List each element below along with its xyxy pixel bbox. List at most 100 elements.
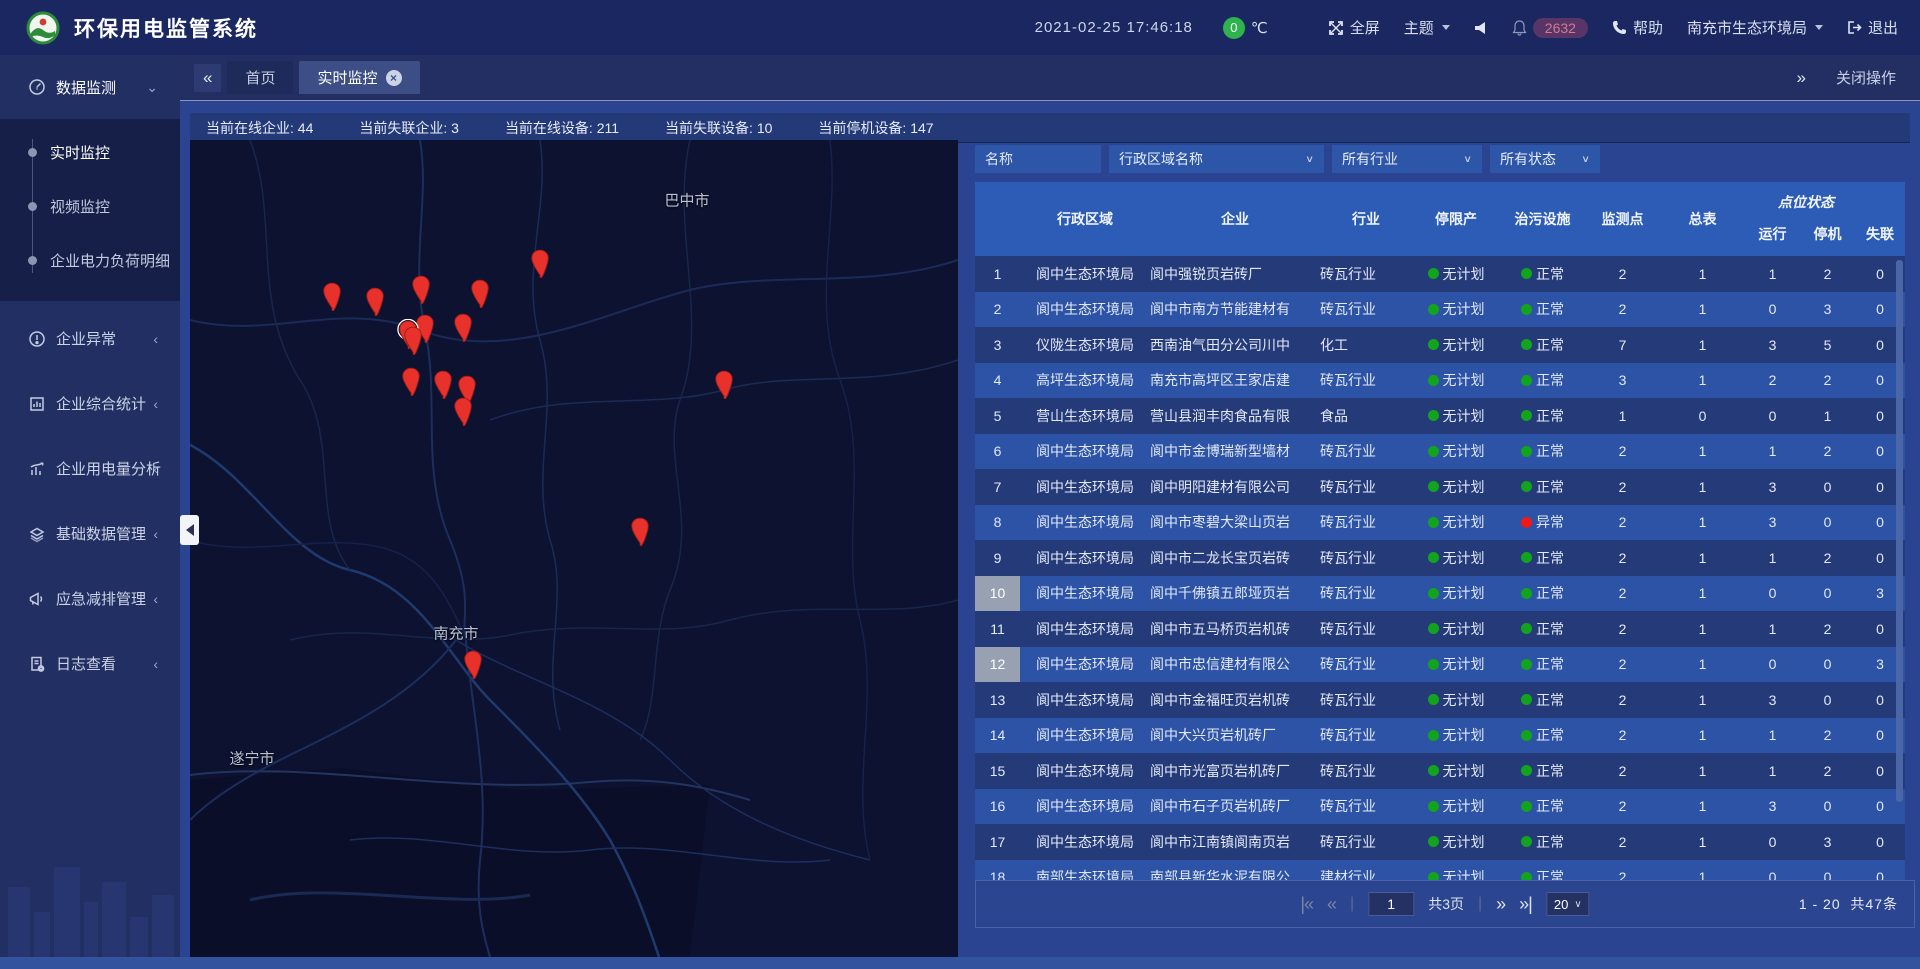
industry-filter-select[interactable]: 所有行业 ∨ <box>1332 145 1482 173</box>
map-pin-icon[interactable] <box>321 281 343 311</box>
table-row[interactable]: 16阆中生态环境局阆中市石子页岩机砖厂砖瓦行业无计划正常21300 <box>975 789 1905 825</box>
sidebar-item-3[interactable]: 企业用电量分析‹ <box>0 441 180 496</box>
tab-close-icon[interactable]: × <box>386 70 402 86</box>
facility-status-label: 正常 <box>1536 832 1564 852</box>
chevron-left-icon: ‹ <box>153 526 158 542</box>
facility-status-label: 正常 <box>1536 299 1564 319</box>
map-pin-icon[interactable] <box>469 278 491 308</box>
cell-company: 阆中市南方节能建材有 <box>1150 299 1320 319</box>
production-status-label: 无计划 <box>1443 548 1485 568</box>
close-operations-button[interactable]: 关闭操作 <box>1836 67 1896 88</box>
table-row[interactable]: 14阆中生态环境局阆中大兴页岩机砖厂砖瓦行业无计划正常21120 <box>975 718 1905 754</box>
sidebar-subitem-0-1[interactable]: 视频监控 <box>0 179 180 233</box>
table-row[interactable]: 18南部生态环境局南部县新华水泥有限公建材行业无计划正常21000 <box>975 860 1905 881</box>
table-row[interactable]: 3仪陇生态环境局西南油气田分公司川中化工无计划正常71350 <box>975 327 1905 363</box>
sidebar-subitem-0-2[interactable]: 企业电力负荷明细 <box>0 233 180 287</box>
phone-icon <box>1612 20 1627 35</box>
cell-industry: 化工 <box>1320 335 1412 355</box>
table-row[interactable]: 6阆中生态环境局阆中市金博瑞新型墙材砖瓦行业无计划正常21120 <box>975 434 1905 470</box>
status-dot-green-icon <box>1428 375 1439 386</box>
notifications-button[interactable]: 2632 <box>1512 18 1588 38</box>
table-row[interactable]: 7阆中生态环境局阆中明阳建材有限公司砖瓦行业无计划正常21300 <box>975 469 1905 505</box>
first-page-button[interactable]: |« <box>1300 895 1313 913</box>
map-pin-icon[interactable] <box>452 312 474 342</box>
status-dot-green-icon <box>1521 481 1532 492</box>
trend-icon <box>28 460 46 478</box>
table-row[interactable]: 9阆中生态环境局阆中市二龙长宝页岩砖砖瓦行业无计划正常21120 <box>975 540 1905 576</box>
sidebar-item-5[interactable]: 应急减排管理‹ <box>0 571 180 626</box>
table-row[interactable]: 12阆中生态环境局阆中市忠信建材有限公砖瓦行业无计划正常21003 <box>975 647 1905 683</box>
tab-home-label: 首页 <box>245 67 275 88</box>
tab-realtime-monitor[interactable]: 实时监控 × <box>299 61 419 94</box>
page-number-input[interactable] <box>1368 892 1414 916</box>
map-pin-icon[interactable] <box>529 248 551 278</box>
production-status-label: 无计划 <box>1443 370 1485 390</box>
cell-running: 0 <box>1745 869 1800 880</box>
tab-bar: « 首页 实时监控 × » 关闭操作 <box>180 55 1920 101</box>
sidebar-subitem-0-0[interactable]: 实时监控 <box>0 125 180 179</box>
table-row[interactable]: 15阆中生态环境局阆中市光富页岩机砖厂砖瓦行业无计划正常21120 <box>975 753 1905 789</box>
cell-stopped: 2 <box>1800 266 1855 282</box>
table-row[interactable]: 8阆中生态环境局阆中市枣碧大梁山页岩砖瓦行业无计划异常21300 <box>975 505 1905 541</box>
cell-production-status: 无计划 <box>1412 299 1500 319</box>
fullscreen-button[interactable]: 全屏 <box>1328 17 1380 38</box>
map-pin-icon[interactable] <box>402 325 424 355</box>
bullet-icon <box>28 256 37 265</box>
scrollbar-thumb[interactable] <box>1896 260 1903 802</box>
table-row[interactable]: 11阆中生态环境局阆中市五马桥页岩机砖砖瓦行业无计划正常21120 <box>975 611 1905 647</box>
map-pin-icon[interactable] <box>400 366 422 396</box>
footer-strip <box>0 957 1920 969</box>
facility-status-label: 正常 <box>1536 867 1564 880</box>
last-page-button[interactable]: »| <box>1519 895 1532 913</box>
map-pin-icon[interactable] <box>452 396 474 426</box>
status-dot-green-icon <box>1428 304 1439 315</box>
help-button[interactable]: 帮助 <box>1612 17 1663 38</box>
cell-stopped: 2 <box>1800 550 1855 566</box>
status-dot-green-icon <box>1428 659 1439 670</box>
sidebar-collapse-button[interactable] <box>180 515 199 545</box>
table-row[interactable]: 1阆中生态环境局阆中强锐页岩砖厂砖瓦行业无计划正常21120 <box>975 256 1905 292</box>
sound-button[interactable] <box>1474 21 1488 35</box>
table-row[interactable]: 4高坪生态环境局南充市高坪区王家店建砖瓦行业无计划正常31220 <box>975 363 1905 399</box>
cell-production-status: 无计划 <box>1412 690 1500 710</box>
status-dot-green-icon <box>1521 410 1532 421</box>
sidebar-item-0[interactable]: 数据监测⌄ <box>0 55 180 119</box>
status-dot-green-icon <box>1521 339 1532 350</box>
cell-facility-status: 正常 <box>1500 690 1585 710</box>
map-pin-icon[interactable] <box>410 274 432 304</box>
table-scrollbar[interactable] <box>1896 260 1903 876</box>
sidebar-item-6[interactable]: 日志查看‹ <box>0 636 180 691</box>
map-pin-icon[interactable] <box>432 369 454 399</box>
page-size-select[interactable]: 20 ∨ <box>1546 892 1590 916</box>
logout-button[interactable]: 退出 <box>1847 17 1898 38</box>
next-page-button[interactable]: » <box>1496 895 1505 913</box>
table-row[interactable]: 17阆中生态环境局阆中市江南镇阆南页岩砖瓦行业无计划正常21030 <box>975 824 1905 860</box>
cell-points: 2 <box>1585 621 1660 637</box>
cell-region: 阆中生态环境局 <box>1020 264 1150 284</box>
table-row[interactable]: 2阆中生态环境局阆中市南方节能建材有砖瓦行业无计划正常21030 <box>975 292 1905 328</box>
map-pin-icon[interactable] <box>629 516 651 546</box>
map-pane[interactable]: 巴中市南充市遂宁市 <box>190 140 958 957</box>
region-filter-select[interactable]: 行政区域名称 ∨ <box>1109 145 1324 173</box>
org-dropdown[interactable]: 南充市生态环境局 <box>1687 17 1823 38</box>
tabs-scroll-left-button[interactable]: « <box>194 64 221 92</box>
status-dot-green-icon <box>1521 765 1532 776</box>
name-filter-input[interactable] <box>975 145 1101 173</box>
map-pin-icon[interactable] <box>364 286 386 316</box>
cell-points: 2 <box>1585 869 1660 880</box>
tab-home[interactable]: 首页 <box>227 61 293 94</box>
map-pin-icon[interactable] <box>462 649 484 679</box>
cell-points: 2 <box>1585 514 1660 530</box>
table-row[interactable]: 13阆中生态环境局阆中市金福旺页岩机砖砖瓦行业无计划正常21300 <box>975 682 1905 718</box>
table-row[interactable]: 10阆中生态环境局阆中千佛镇五郎垭页岩砖瓦行业无计划正常21003 <box>975 576 1905 612</box>
map-pin-icon[interactable] <box>713 369 735 399</box>
prev-page-button[interactable]: « <box>1327 895 1336 913</box>
cell-stopped: 2 <box>1800 372 1855 388</box>
sidebar-item-1[interactable]: 企业异常‹ <box>0 311 180 366</box>
sidebar-item-4[interactable]: 基础数据管理‹ <box>0 506 180 561</box>
sidebar-item-2[interactable]: 企业综合统计‹ <box>0 376 180 431</box>
tabs-scroll-right-button[interactable]: » <box>1797 68 1806 88</box>
status-filter-select[interactable]: 所有状态 ∨ <box>1490 145 1600 173</box>
theme-button[interactable]: 主题 <box>1404 17 1450 38</box>
table-row[interactable]: 5营山生态环境局营山县润丰肉食品有限食品无计划正常10010 <box>975 398 1905 434</box>
